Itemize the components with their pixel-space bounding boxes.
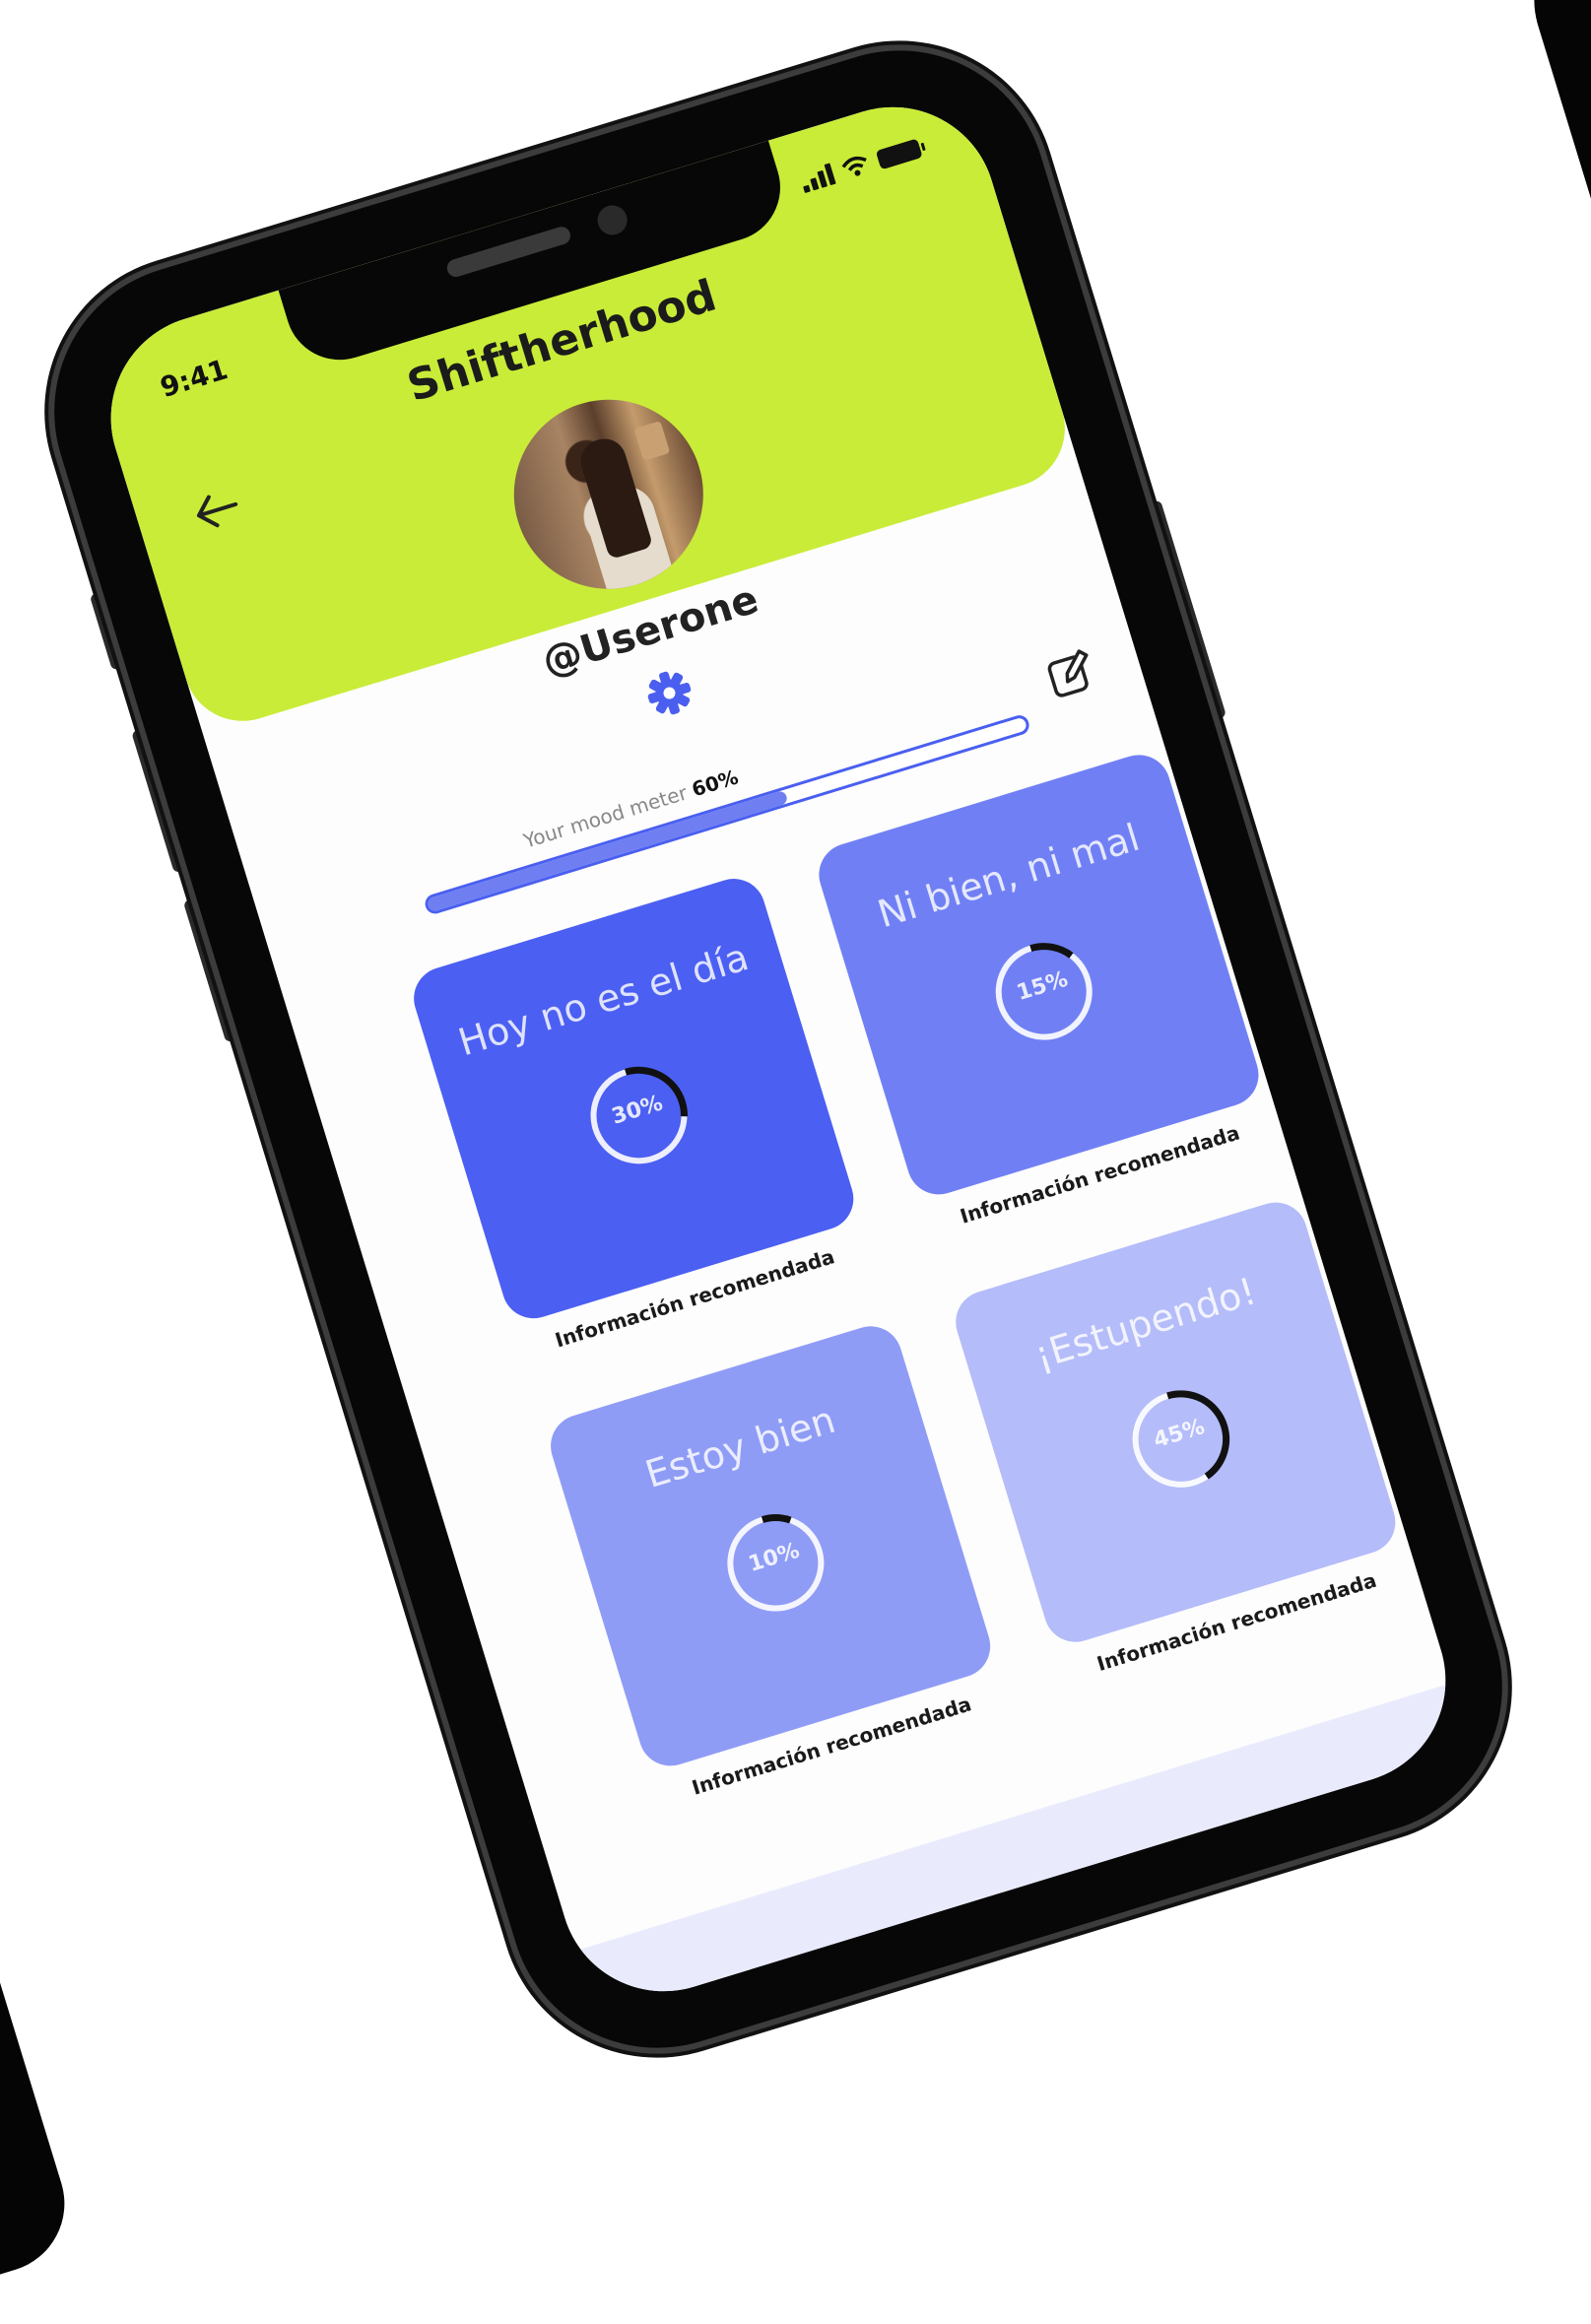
progress-ring: 15% (976, 924, 1111, 1059)
front-camera (593, 201, 631, 239)
progress-ring: 10% (708, 1495, 843, 1630)
progress-ring: 30% (571, 1048, 706, 1183)
mood-card-title: Estoy bien (639, 1397, 840, 1497)
edit-button[interactable] (1039, 642, 1100, 703)
mood-card-title: Hoy no es el día (453, 935, 754, 1065)
phone-frame: 9:41 Shiftherhood @Userone Your mood met… (17, 14, 1540, 2085)
settings-button[interactable] (638, 662, 699, 723)
gear-icon (647, 671, 692, 715)
background-phone-bottom (0, 1872, 82, 2324)
mood-card-title: Ni bien, ni mal (872, 815, 1145, 937)
progress-ring: 45% (1113, 1371, 1248, 1506)
speaker (444, 225, 573, 280)
edit-icon (1047, 649, 1089, 697)
app-screen: 9:41 Shiftherhood @Userone Your mood met… (85, 81, 1472, 2018)
mood-card-title: ¡Estupendo! (1029, 1269, 1262, 1378)
phone-mockup: 9:41 Shiftherhood @Userone Your mood met… (17, 14, 1540, 2085)
background-phone (1512, 0, 1591, 318)
mood-meter-value: 60% (689, 764, 742, 802)
